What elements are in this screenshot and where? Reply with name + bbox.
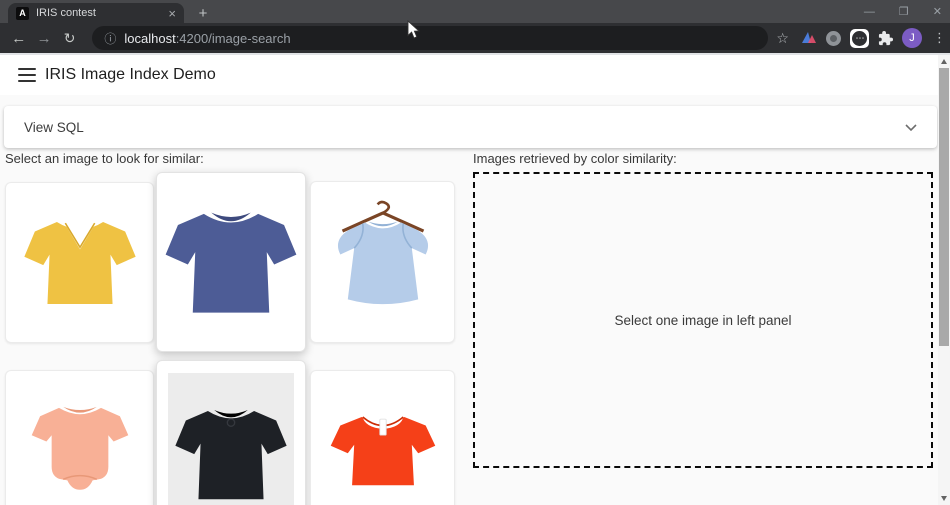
results-label: Images retrieved by color similarity:	[473, 151, 677, 166]
tab-favicon-icon: A	[16, 7, 29, 20]
window-minimize-button[interactable]: —	[864, 6, 875, 18]
url-text[interactable]: localhost:4200/image-search	[124, 31, 290, 46]
window-restore-button[interactable]: ❐	[899, 5, 909, 18]
gallery-image-lightblue-blouse[interactable]	[310, 181, 455, 343]
forward-button[interactable]: →	[31, 30, 56, 47]
tab-title: IRIS contest	[36, 7, 161, 19]
gallery-image-orange-crop-top[interactable]	[310, 370, 455, 505]
scrollbar-up-arrow-icon[interactable]	[941, 59, 947, 64]
results-empty-message: Select one image in left panel	[614, 313, 791, 328]
gallery-image-black-tshirt[interactable]	[156, 360, 306, 505]
extension-colorful-icon[interactable]	[801, 30, 817, 46]
black-tshirt-image	[168, 373, 294, 505]
view-sql-label: View SQL	[24, 120, 84, 135]
gallery-image-yellow-top[interactable]	[5, 182, 154, 343]
lightblue-blouse-image	[319, 198, 447, 326]
window-close-button[interactable]: ✕	[933, 5, 942, 18]
results-dropzone: Select one image in left panel	[473, 172, 933, 468]
bookmark-star-icon[interactable]: ☆	[776, 30, 789, 47]
browser-menu-icon[interactable]: ⋮	[933, 30, 946, 46]
refresh-button[interactable]: ↻	[57, 30, 82, 47]
extension-ellipsis-icon[interactable]: ⋯	[850, 29, 869, 48]
site-info-icon[interactable]: ⓘ	[104, 30, 116, 47]
browser-window: A IRIS contest × + — ❐ ✕ ← → ↻ ⓘ localho…	[0, 0, 950, 505]
menu-hamburger-icon[interactable]	[18, 68, 36, 82]
page-scrollbar[interactable]	[938, 55, 950, 505]
address-bar[interactable]: ⓘ localhost:4200/image-search	[92, 26, 768, 50]
chevron-down-icon	[905, 124, 917, 131]
url-host: localhost	[124, 31, 175, 46]
browser-toolbar: ← → ↻ ⓘ localhost:4200/image-search ☆ ⋯ …	[0, 23, 950, 53]
orange-crop-top-image	[319, 389, 447, 505]
app-header: IRIS Image Index Demo	[0, 55, 938, 95]
gallery-image-peach-onesie[interactable]	[5, 370, 154, 505]
black-tshirt-photo-background	[168, 373, 294, 505]
gallery-image-blue-tshirt[interactable]	[156, 172, 306, 352]
view-sql-expansion-panel[interactable]: View SQL	[4, 106, 937, 148]
browser-tab[interactable]: A IRIS contest ×	[8, 3, 184, 23]
extension-clock-icon[interactable]	[826, 31, 841, 46]
ellipsis-glyph: ⋯	[852, 31, 867, 46]
scrollbar-thumb[interactable]	[939, 68, 949, 346]
page-content: IRIS Image Index Demo View SQL Select an…	[0, 55, 938, 505]
gallery-label: Select an image to look for similar:	[5, 151, 204, 166]
scrollbar-down-arrow-icon[interactable]	[941, 496, 947, 501]
profile-avatar[interactable]: J	[902, 28, 922, 48]
new-tab-button[interactable]: +	[192, 3, 214, 23]
page-title: IRIS Image Index Demo	[45, 66, 216, 84]
yellow-top-image	[17, 202, 143, 324]
tab-strip: A IRIS contest × + — ❐ ✕	[0, 0, 950, 23]
extensions-puzzle-icon[interactable]	[878, 31, 893, 46]
url-path: :4200/image-search	[176, 31, 291, 46]
blue-tshirt-image	[157, 188, 305, 336]
tab-close-icon[interactable]: ×	[168, 7, 176, 20]
peach-onesie-image	[17, 389, 143, 505]
back-button[interactable]: ←	[6, 30, 31, 47]
